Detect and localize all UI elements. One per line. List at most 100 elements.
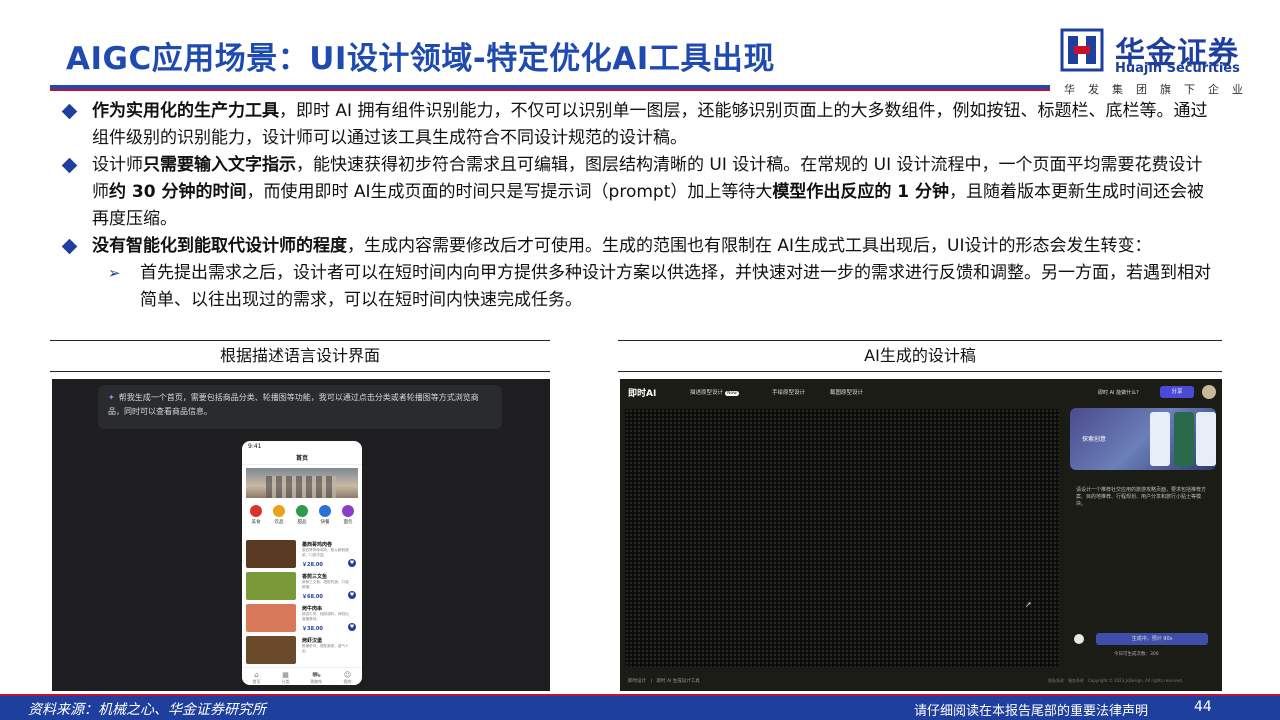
diamond-bullet-icon [61, 103, 78, 120]
prompt-message: ✦ 帮我生成一个首页，需要包括商品分类、轮播图等功能，我可以通过点击分类或者轮播图… [98, 385, 502, 429]
page-number: 44 [1194, 699, 1212, 715]
source-note: 资料来源：机械之心、华金证券研究所 [28, 702, 266, 718]
diamond-bullet-icon [61, 238, 78, 255]
cursor-icon: ➚ [1025, 600, 1032, 609]
product-image [246, 540, 296, 568]
tab-describe-design[interactable]: 描述原型设计 New [690, 388, 739, 396]
product-card[interactable]: 烤虾汉堡 鲜嫩虾肉，搭配蔬菜，香气十足。 [246, 636, 358, 666]
cart-icon: ⛟ [312, 671, 321, 679]
generation-count: 今日可生成次数：300 [1114, 652, 1159, 657]
product-card[interactable]: 墨西哥鸡肉卷 墨西哥风味鸡肉，配以新鲜蔬菜，口感丰富。 ￥28.00 ♥ [246, 540, 358, 570]
phone-mockup: 9:41 首页 美食 饮品 甜品 快餐 面包 墨西哥鸡肉卷 墨西哥风味鸡肉，配以… [242, 441, 362, 685]
user-icon: ☺ [343, 671, 352, 679]
product-price: ￥28.00 [302, 562, 323, 568]
right-panel-title: AI生成的设计稿 [618, 340, 1222, 372]
category-row: 美食 饮品 甜品 快餐 面包 [246, 505, 358, 529]
left-panel-title: 根据描述语言设计界面 [50, 340, 550, 372]
tab-label: 描述原型设计 [690, 390, 724, 396]
share-button[interactable]: 分享 [1160, 386, 1194, 398]
tab-label: 我的 [343, 679, 352, 684]
tab-category[interactable]: ▦ 分类 [282, 671, 290, 685]
legal-note: 请仔细阅读在本报告尾部的重要法律声明 [914, 704, 1149, 719]
tab-label: 购物车 [310, 679, 323, 684]
help-link[interactable]: 即时 AI 能做什么？ [1098, 389, 1141, 396]
tab-profile[interactable]: ☺ 我的 [344, 671, 352, 685]
bullet-item: 没有智能化到能取代设计师的程度，生成内容需要修改后才可使用。生成的范围也有限制在… [61, 233, 1212, 260]
bold-text: 只需要输入文字指示 [143, 155, 296, 175]
product-desc: 精选牛肉，秘制调料，烤制出香嫩美味。 [302, 612, 349, 621]
bold-text: 模型作出反应的 1 分钟 [772, 182, 950, 202]
heart-icon[interactable]: ♥ [348, 623, 356, 631]
new-badge: New [725, 391, 739, 396]
product-desc: 鲜嫩虾肉，搭配蔬菜，香气十足。 [302, 644, 349, 653]
product-price: ￥38.00 [302, 626, 323, 632]
tab-home[interactable]: ⌂ 首页 [253, 671, 261, 685]
sparkle-icon: ✦ [108, 393, 115, 402]
robot-icon [1074, 634, 1084, 644]
jishi-ai-logo: 即时AI [628, 389, 657, 399]
product-name: 烤虾汉堡 [302, 638, 323, 644]
bold-text: 没有智能化到能取代设计师的程度 [92, 236, 347, 256]
bullet-text: 没有智能化到能取代设计师的程度，生成内容需要修改后才可使用。生成的范围也有限制在… [92, 236, 1152, 256]
phone-tab-bar: ⌂ 首页 ▦ 分类 ⛟ 购物车 ☺ 我的 [242, 667, 362, 685]
app-footer-left: 即时设计 | 即时 AI 生成设计工具 [628, 679, 700, 684]
category-item[interactable]: 甜品 [292, 505, 312, 529]
category-label: 美食 [251, 520, 261, 525]
bold-text: 作为实用化的生产力工具 [92, 101, 279, 121]
tab-screenshot-design[interactable]: 截图原型设计 [830, 388, 863, 396]
page-title: AIGC应用场景：UI设计领域-特定优化AI工具出现 [66, 41, 775, 77]
bold-text: 约 30 分钟的时间 [109, 182, 247, 202]
product-name: 墨西哥鸡肉卷 [302, 542, 333, 548]
title-rule-accent [50, 89, 1050, 91]
category-icon [342, 505, 354, 517]
product-desc: 新鲜三文鱼，搭配时蔬，口感鲜嫩。 [302, 580, 349, 589]
sub-bullet-text: 首先提出需求之后，设计者可以在短时间内向甲方提供多种设计方案以供选择，并快速对进… [140, 263, 1211, 310]
logo-en-name: Huajin Securities [1115, 61, 1240, 76]
category-label: 快餐 [320, 520, 330, 525]
tab-label: 分类 [281, 679, 290, 684]
product-image [246, 572, 296, 600]
product-image [246, 604, 296, 632]
category-item[interactable]: 面包 [338, 505, 358, 529]
company-logo: 华金证券 Huajin Securities 华发集团旗下企业 [1060, 28, 1260, 98]
arrow-bullet-icon: ➢ [108, 264, 121, 282]
explore-label: 探索创意 [1082, 436, 1107, 443]
app-footer-right: 隐私条款 服务条款 Copyright © 2023 JsDesign. All… [1048, 678, 1183, 683]
design-canvas[interactable] [625, 409, 1059, 667]
avatar[interactable] [1202, 385, 1216, 399]
bullet-list: 作为实用化的生产力工具，即时 AI 拥有组件识别能力，不仅可以识别单一图层，还能… [61, 98, 1212, 314]
carousel-banner[interactable] [246, 468, 358, 498]
huajin-logo-icon [1060, 28, 1104, 72]
tab-sketch-design[interactable]: 手绘原型设计 [772, 388, 805, 396]
logo-tagline: 华发集团旗下企业 [1064, 83, 1256, 96]
category-item[interactable]: 快餐 [315, 505, 335, 529]
text-run: ，生成内容需要修改后才可使用。生成的范围也有限制在 AI生成式工具出现后，UI设… [347, 236, 1152, 256]
category-label: 面包 [343, 520, 353, 525]
category-icon [319, 505, 331, 517]
phone-preview [1150, 412, 1170, 466]
tab-cart[interactable]: ⛟ 购物车 [311, 671, 323, 685]
product-card[interactable]: 香煎三文鱼 新鲜三文鱼，搭配时蔬，口感鲜嫩。 ￥68.00 ♥ [246, 572, 358, 602]
text-run: ，而使用即时 AI生成页面的时间只是写提示词（prompt）加上等待大 [246, 182, 773, 202]
generating-button[interactable]: 生成中，预计 90s [1096, 633, 1208, 645]
prompt-screenshot: ✦ 帮我生成一个首页，需要包括商品分类、轮播图等功能，我可以通过点击分类或者轮播图… [52, 379, 550, 691]
phone-nav-title: 首页 [242, 453, 362, 465]
phone-status-bar: 9:41 [248, 443, 262, 450]
heart-icon[interactable]: ♥ [348, 591, 356, 599]
bullet-text: 作为实用化的生产力工具，即时 AI 拥有组件识别能力，不仅可以识别单一图层，还能… [92, 101, 1207, 148]
phone-preview [1196, 412, 1216, 466]
bullet-item: 设计师只需要输入文字指示，能快速获得初步符合需求且可编辑，图层结构清晰的 UI … [61, 152, 1212, 233]
category-item[interactable]: 美食 [246, 505, 266, 529]
prompt-text: 帮我生成一个首页，需要包括商品分类、轮播图等功能，我可以通过点击分类或者轮播图等… [108, 393, 479, 416]
design-description: 请设计一个推荐社交应用的旅游攻略页面，要求包括推荐方案、目的地推荐、行程规划、用… [1076, 487, 1207, 507]
sub-bullet-item: ➢ 首先提出需求之后，设计者可以在短时间内向甲方提供多种设计方案以供选择，并快速对… [62, 260, 1212, 314]
category-item[interactable]: 饮品 [269, 505, 289, 529]
category-icon [250, 505, 262, 517]
bullet-text: 设计师只需要输入文字指示，能快速获得初步符合需求且可编辑，图层结构清晰的 UI … [92, 155, 1204, 229]
explore-card[interactable]: 探索创意 [1070, 408, 1216, 470]
text-run: 设计师 [92, 155, 143, 175]
product-card[interactable]: 烤牛肉串 精选牛肉，秘制调料，烤制出香嫩美味。 ￥38.00 ♥ [246, 604, 358, 634]
category-label: 甜品 [297, 520, 307, 525]
app-toolbar: 即时AI 描述原型设计 New 手绘原型设计 截图原型设计 即时 AI 能做什么？… [620, 379, 1222, 405]
heart-icon[interactable]: ♥ [348, 559, 356, 567]
